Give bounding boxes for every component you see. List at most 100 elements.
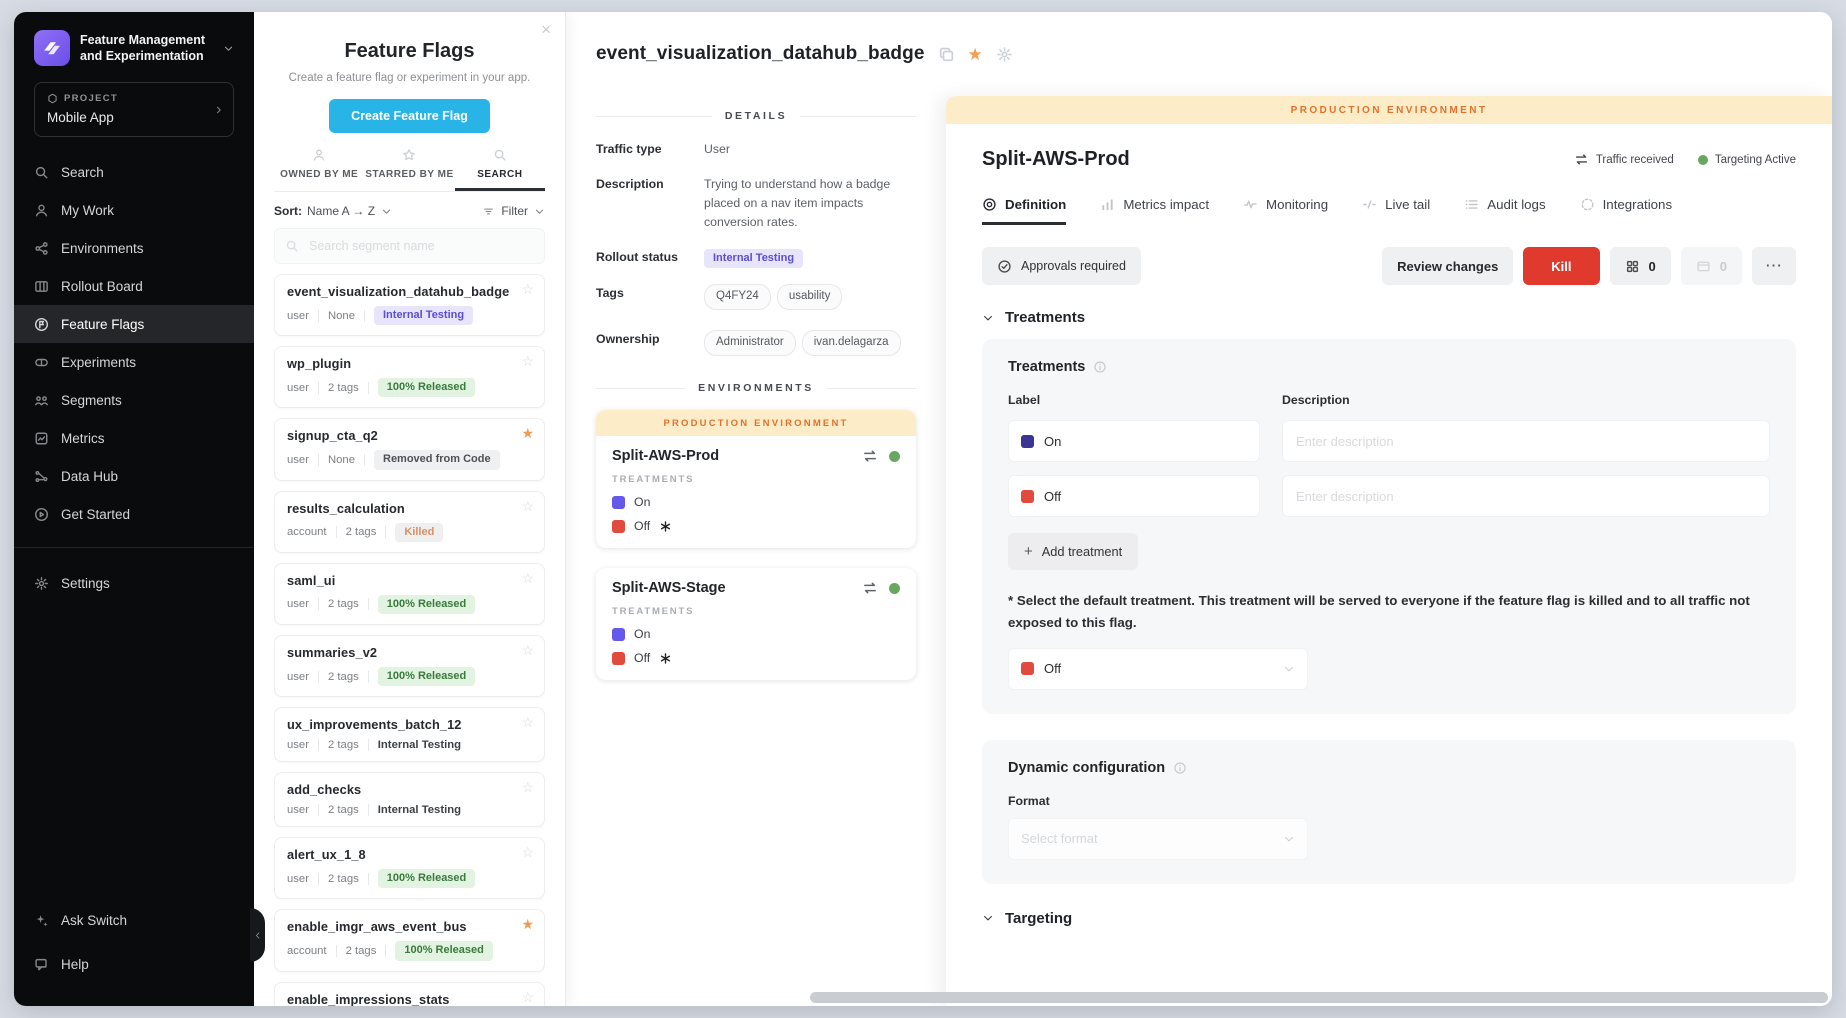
info-icon[interactable] (1093, 360, 1107, 374)
treatment-label: Off (634, 651, 650, 665)
tab-metrics-impact[interactable]: Metrics impact (1100, 197, 1209, 225)
environment-card-split-aws-stage[interactable]: Split-AWS-StageTREATMENTSOnOff (596, 568, 916, 680)
close-icon[interactable]: × (541, 21, 551, 38)
sidebar-item-search[interactable]: Search (14, 153, 254, 191)
sidebar-item-data-hub[interactable]: Data Hub (14, 457, 254, 495)
treatments-section-header[interactable]: Treatments (982, 309, 1796, 326)
sidebar-item-feature-flags[interactable]: Feature Flags (14, 305, 254, 343)
chevron-down-icon[interactable] (223, 41, 234, 56)
rules-count-button[interactable]: 0 (1610, 247, 1671, 285)
add-treatment-button[interactable]: + Add treatment (1008, 533, 1138, 570)
create-feature-flag-button[interactable]: Create Feature Flag (329, 99, 490, 133)
horizontal-scrollbar[interactable] (810, 992, 1828, 1003)
treatment-row: On (612, 495, 900, 509)
tab-live-tail[interactable]: Live tail (1362, 197, 1430, 225)
rollout-status-label: Rollout status (596, 248, 692, 264)
sidebar-item-get-started[interactable]: Get Started (14, 495, 254, 533)
list-item-alert-ux-1-8[interactable]: alert_ux_1_8☆user2 tags100% Released (274, 837, 545, 899)
sidebar-item-segments[interactable]: Segments (14, 381, 254, 419)
targeting-section-header[interactable]: Targeting (982, 910, 1796, 927)
treatment-description-input[interactable] (1282, 475, 1770, 517)
chevron-down-icon (534, 206, 545, 217)
tab-owned-by-me[interactable]: OWNED BY ME (274, 148, 364, 191)
treatment-label-input[interactable]: Off (1008, 475, 1260, 517)
star-icon[interactable]: ☆ (521, 571, 534, 585)
tag-pill[interactable]: Q4FY24 (704, 284, 771, 310)
tab-search[interactable]: SEARCH (455, 148, 545, 191)
project-selector[interactable]: PROJECT Mobile App (34, 82, 234, 137)
format-select[interactable]: Select format (1008, 818, 1308, 860)
status-badge: Killed (395, 523, 443, 542)
tab-definition[interactable]: Definition (982, 197, 1066, 225)
star-icon[interactable]: ★ (521, 426, 534, 440)
tab-audit-logs[interactable]: Audit logs (1464, 197, 1545, 225)
star-icon[interactable]: ☆ (521, 499, 534, 513)
alerts-count-button[interactable]: 0 (1681, 247, 1742, 285)
sidebar-item-ask-switch[interactable]: Ask Switch (14, 898, 254, 942)
chevron-down-icon (1283, 663, 1295, 675)
divider (368, 382, 369, 394)
divider (318, 873, 319, 885)
list-item-saml-ui[interactable]: saml_ui☆user2 tags100% Released (274, 563, 545, 625)
environment-panel-body: Split-AWS-Prod Traffic received Targetin… (946, 124, 1832, 1006)
list-item-enable-imgr-aws-event-bus[interactable]: enable_imgr_aws_event_bus★account2 tags1… (274, 909, 545, 971)
star-icon[interactable]: ☆ (521, 354, 534, 368)
treatment-description-input[interactable] (1282, 420, 1770, 462)
star-icon[interactable]: ★ (968, 46, 983, 63)
default-treatment-select[interactable]: Off (1008, 648, 1308, 690)
copy-icon[interactable] (938, 46, 955, 63)
sidebar-collapse-handle[interactable] (250, 908, 265, 962)
sidebar-item-rollout-board[interactable]: Rollout Board (14, 267, 254, 305)
list-item-results-calculation[interactable]: results_calculation☆account2 tagsKilled (274, 491, 545, 553)
star-icon[interactable]: ☆ (521, 780, 534, 794)
sidebar-item-my-work[interactable]: My Work (14, 191, 254, 229)
sidebar-item-settings[interactable]: Settings (14, 564, 254, 602)
list-item-event-visualization-datahub-badge[interactable]: event_visualization_datahub_badge☆userNo… (274, 274, 545, 336)
environment-card-split-aws-prod[interactable]: PRODUCTION ENVIRONMENTSplit-AWS-ProdTREA… (596, 410, 916, 548)
tab-label: Integrations (1603, 197, 1672, 212)
status-badge: Internal Testing (374, 306, 473, 325)
flag-name: enable_impressions_stats (287, 992, 532, 1006)
tab-monitoring[interactable]: Monitoring (1243, 197, 1328, 225)
tag-pill[interactable]: usability (777, 284, 843, 310)
tags-label: Tags (596, 284, 692, 300)
sort-control[interactable]: Sort: Name A → Z (274, 204, 392, 218)
chevron-down-icon (982, 912, 994, 924)
tab-integrations[interactable]: Integrations (1580, 197, 1672, 225)
info-icon[interactable] (1173, 761, 1187, 775)
star-icon[interactable]: ☆ (521, 282, 534, 296)
list-item-ux-improvements-batch-12[interactable]: ux_improvements_batch_12☆user2 tagsInter… (274, 707, 545, 762)
owner-pill[interactable]: ivan.delagarza (802, 330, 901, 356)
kill-button[interactable]: Kill (1523, 247, 1599, 285)
treatment-label-input[interactable]: On (1008, 420, 1260, 462)
sidebar-item-environments[interactable]: Environments (14, 229, 254, 267)
approvals-required-button[interactable]: Approvals required (982, 247, 1141, 285)
divider (336, 945, 337, 957)
sidebar-item-metrics[interactable]: Metrics (14, 419, 254, 457)
filter-control[interactable]: Filter (482, 204, 545, 218)
flag-search-input[interactable] (307, 238, 534, 254)
tab-starred-by-me[interactable]: STARRED BY ME (364, 148, 454, 191)
more-options-button[interactable]: ⋯ (1752, 247, 1796, 285)
list-item-enable-impressions-stats[interactable]: enable_impressions_stats☆account2 tagsPr… (274, 982, 545, 1006)
environment-status-badges: Traffic received Targeting Active (1574, 152, 1796, 167)
sidebar-item-experiments[interactable]: Experiments (14, 343, 254, 381)
star-icon[interactable]: ☆ (521, 715, 534, 729)
sidebar-item-help[interactable]: Help (14, 942, 254, 986)
gear-icon[interactable] (996, 46, 1013, 63)
star-icon[interactable]: ☆ (521, 990, 534, 1004)
star-icon[interactable]: ★ (521, 917, 534, 931)
chevron-left-icon (253, 928, 262, 943)
owner-pill[interactable]: Administrator (704, 330, 796, 356)
star-icon[interactable]: ☆ (521, 643, 534, 657)
list-item-wp-plugin[interactable]: wp_plugin☆user2 tags100% Released (274, 346, 545, 408)
app-logo-row[interactable]: Feature Management and Experimentation (34, 30, 234, 66)
review-changes-button[interactable]: Review changes (1382, 247, 1513, 285)
list-item-signup-cta-q2[interactable]: signup_cta_q2★userNoneRemoved from Code (274, 418, 545, 480)
ownership-value: Administratorivan.delagarza (704, 330, 916, 360)
list-item-add-checks[interactable]: add_checks☆user2 tagsInternal Testing (274, 772, 545, 827)
star-icon[interactable]: ☆ (521, 845, 534, 859)
environment-card-body: Split-AWS-StageTREATMENTSOnOff (596, 568, 916, 680)
sidebar-spacer (34, 602, 234, 898)
list-item-summaries-v2[interactable]: summaries_v2☆user2 tags100% Released (274, 635, 545, 697)
